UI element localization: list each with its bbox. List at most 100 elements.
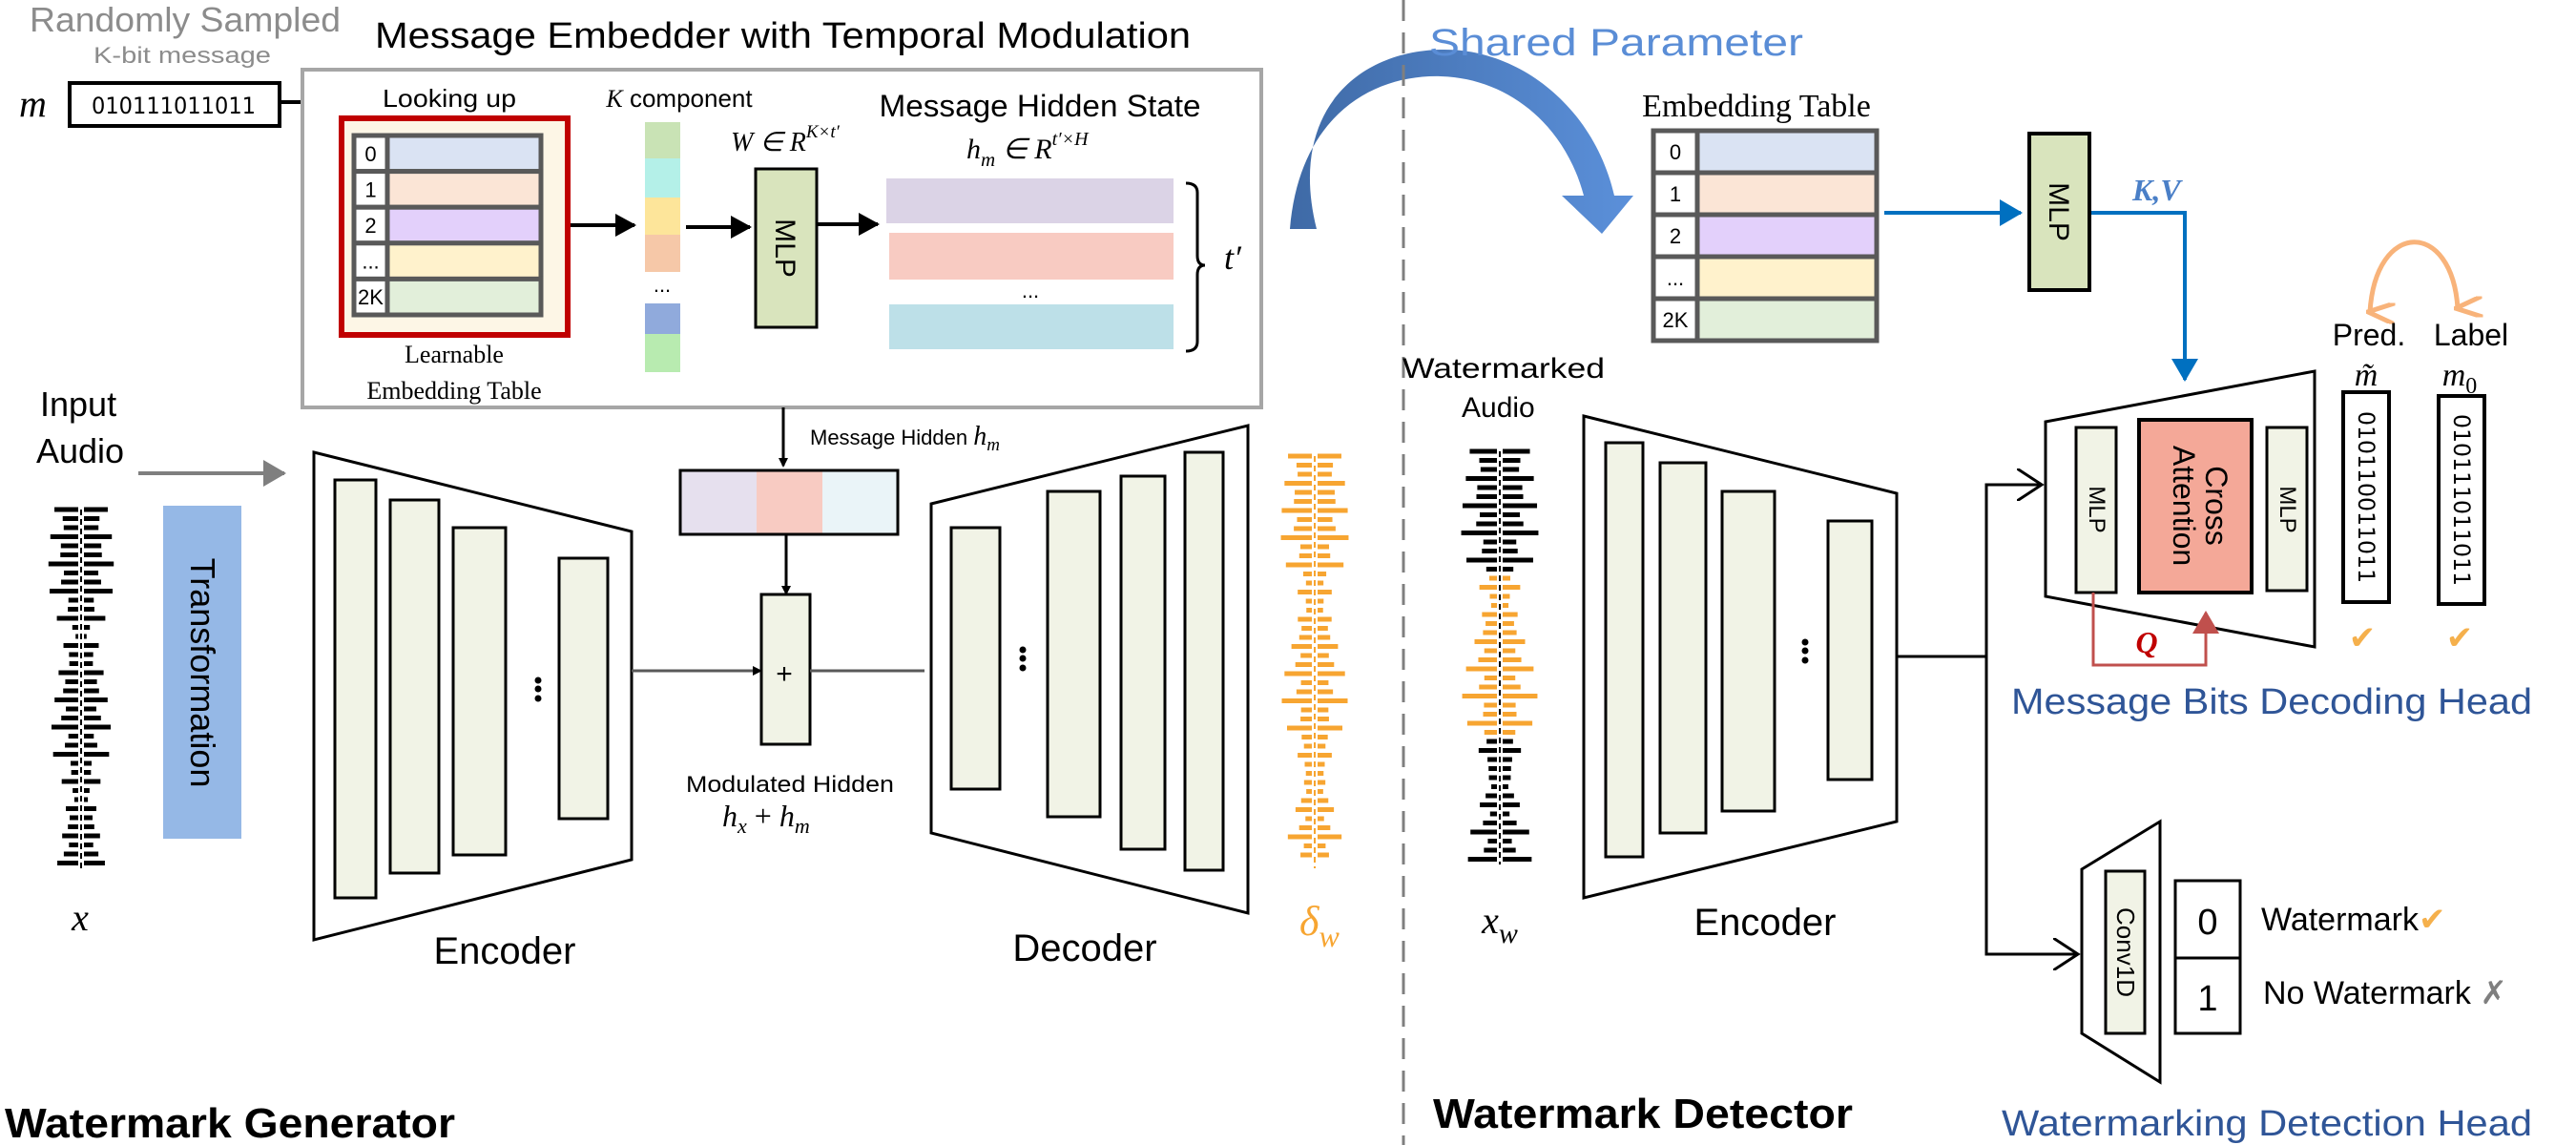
embedding-row — [384, 169, 544, 210]
kv-arrow — [2091, 211, 2198, 382]
learnable-embedding-table: 0 1 2... 2K — [351, 133, 544, 318]
table-index-label: 0 — [1670, 140, 1681, 164]
compare-arrow — [2370, 239, 2458, 312]
table-index-label: 2 — [1670, 224, 1681, 248]
encoder-dots — [534, 677, 542, 702]
kv-label: K,V — [2131, 173, 2183, 207]
embedder-mlp-label: MLP — [769, 219, 800, 278]
embedding-row — [1694, 212, 1880, 260]
watermarked-audio-label-2: Audio — [1462, 392, 1535, 424]
hidden-segment — [822, 470, 898, 534]
watermark-delta-waveform — [1280, 453, 1349, 868]
decoder-dots — [1019, 646, 1027, 672]
embedding-row — [1694, 170, 1880, 218]
embedding-row — [384, 133, 544, 175]
modulated-hidden-math: hx + hm — [722, 799, 810, 838]
encoder-layer — [557, 556, 610, 821]
encoder-layer — [1720, 489, 1776, 813]
detector-embedding-table-title: Embedding Table — [1642, 89, 1871, 124]
detection-head-title: Watermarking Detection Head — [2002, 1104, 2532, 1144]
watermark-generator: Randomly Sampled K-bit message Message E… — [5, 0, 1349, 1145]
component-cell — [645, 198, 680, 235]
generator-decoder-label: Decoder — [1012, 927, 1156, 969]
pred-label: Pred. — [2333, 318, 2405, 352]
components-dots: ... — [654, 273, 671, 297]
label-label: Label — [2434, 318, 2508, 352]
class-0: 0 — [2197, 903, 2217, 943]
message-bits-decoding-head: MLP Cross Attention MLP Q Pred. Label m̃… — [2011, 239, 2532, 722]
encoder-layer — [1604, 441, 1645, 859]
watermarking-detection-head: Conv1D 0 1 Watermark✔ No Watermark ✗ Wat… — [2002, 819, 2532, 1144]
delta-w-symbol: δw — [1299, 898, 1340, 953]
table-index-label: 1 — [364, 177, 376, 201]
message-hidden-label: Message Hidden hm — [810, 422, 1000, 455]
to-decoding-head-arrow — [1897, 485, 2042, 658]
embedding-row — [384, 276, 544, 318]
q-label: Q — [2135, 625, 2157, 659]
label-bits: 010111011011 — [2448, 414, 2475, 586]
message-symbol: m — [19, 82, 47, 125]
decoder-layer — [1119, 474, 1167, 851]
embedding-row — [1694, 128, 1880, 176]
embedding-row — [384, 240, 544, 281]
label-check-icon: ✔ — [2446, 619, 2474, 657]
input-waveform — [48, 507, 114, 868]
table-index-label: 0 — [364, 142, 376, 166]
decoder-layer — [1183, 450, 1225, 872]
watermark-detector: Embedding Table 0 1 2... 2K MLP K,V Waterma… — [1402, 89, 2532, 1144]
watermarked-waveform — [1461, 448, 1539, 864]
random-message-subtitle: K-bit message — [93, 43, 271, 69]
decoder-layer — [949, 526, 1002, 791]
hidden-state-bar — [886, 178, 1174, 223]
encoder-dots — [1801, 638, 1809, 664]
message-bits: 010111011011 — [92, 93, 256, 119]
cross-mark-icon: ✗ — [2480, 974, 2507, 1012]
k-components-column — [645, 122, 680, 372]
plus-sign: + — [776, 658, 793, 690]
detector-section-title: Watermark Detector — [1433, 1091, 1853, 1137]
table-index-label: 2 — [364, 214, 376, 238]
encoder-layer — [333, 478, 378, 900]
hidden-state-bar — [889, 233, 1174, 280]
encoder-layer — [388, 498, 441, 875]
table-index-label: 2K — [358, 285, 384, 309]
component-cell — [645, 158, 680, 198]
watermark-class-label: Watermark✔ — [2261, 901, 2445, 939]
modulated-hidden-label: Modulated Hidden — [686, 772, 894, 798]
class-1: 1 — [2197, 979, 2217, 1019]
encoder-layer — [1826, 519, 1874, 781]
xw-symbol: xw — [1481, 899, 1518, 949]
embedder-title: Message Embedder with Temporal Modulatio… — [375, 16, 1191, 56]
no-watermark-class-label: No Watermark ✗ — [2263, 974, 2507, 1012]
table-index-label: 1 — [1670, 182, 1681, 206]
component-cell — [645, 303, 680, 334]
generator-section-title: Watermark Generator — [5, 1100, 455, 1145]
input-audio-label-2: Audio — [36, 431, 124, 470]
table-index-label: 2K — [1663, 308, 1689, 332]
table-index-label: ... — [1667, 266, 1684, 290]
label-symbol: m0 — [2442, 358, 2478, 399]
random-message-title: Randomly Sampled — [30, 0, 341, 39]
detector-encoder-label: Encoder — [1694, 902, 1837, 944]
component-cell — [645, 122, 680, 158]
encoder-layer — [1658, 461, 1708, 835]
shared-parameter-arrow — [1290, 49, 1633, 234]
pred-check-icon: ✔ — [2349, 619, 2377, 657]
watermarked-audio-label-1: Watermarked — [1402, 353, 1605, 385]
cross-attention-label-1: Cross — [2199, 466, 2233, 546]
hidden-segment — [680, 470, 757, 534]
pred-bits: 010110011011 — [2353, 411, 2379, 583]
embedding-row — [1694, 296, 1880, 344]
input-audio-label-1: Input — [40, 385, 116, 424]
table-caption-embedding: Embedding Table — [366, 377, 541, 405]
cross-attention-label-2: Attention — [2167, 446, 2201, 566]
generator-encoder-label: Encoder — [434, 930, 576, 972]
embedding-row — [384, 204, 544, 246]
shared-embedding-table: 0 1 2... 2K — [1651, 128, 1880, 344]
decoding-mlp-left-label: MLP — [2084, 486, 2109, 532]
hidden-state-dots: ... — [1022, 279, 1039, 302]
hidden-state-bar — [889, 304, 1174, 349]
shared-parameter-label: Shared Parameter — [1429, 22, 1803, 64]
table-index-label: ... — [362, 250, 379, 274]
embedding-row — [1694, 254, 1880, 302]
